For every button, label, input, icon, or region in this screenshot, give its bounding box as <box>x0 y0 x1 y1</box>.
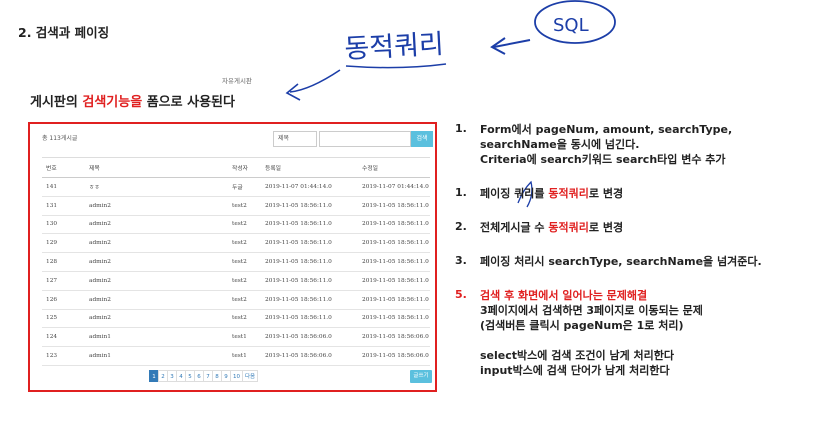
column-header: 번호 <box>42 157 85 178</box>
table-row[interactable]: 128 admin2 test2 2019-11-05 18:56:11.0 2019-… <box>42 252 430 272</box>
table-cell: 2019-11-05 18:56:11.0 <box>261 252 358 272</box>
write-button[interactable]: 글쓰기 <box>410 370 432 383</box>
table-cell[interactable]: admin2 <box>85 196 228 216</box>
table-cell: 2019-11-05 18:56:11.0 <box>358 271 430 291</box>
board-screenshot: 총 113게시글 제목 검색 번호 제목 작성자 등록일 수정일 141 ㅎㅎ 두글… <box>28 122 437 392</box>
table-cell: 2019-11-05 18:56:06.0 <box>358 346 430 366</box>
table-cell: test2 <box>228 309 261 329</box>
table-row[interactable]: 123 admin1 test1 2019-11-05 18:56:06.0 2019-… <box>42 346 430 366</box>
table-cell: 131 <box>42 196 85 216</box>
table-cell: test2 <box>228 271 261 291</box>
handwritten-dynamic-query: 동적쿼리 <box>344 29 445 65</box>
table-cell: 2019-11-05 18:56:11.0 <box>261 309 358 329</box>
table-cell: 130 <box>42 215 85 235</box>
table-cell: 2019-11-05 18:56:11.0 <box>358 309 430 329</box>
table-cell: test1 <box>228 327 261 348</box>
table-cell[interactable]: admin2 <box>85 271 228 291</box>
column-header: 등록일 <box>261 157 358 178</box>
table-cell: 127 <box>42 271 85 291</box>
table-row[interactable]: 129 admin2 test2 2019-11-05 18:56:11.0 2019-… <box>42 233 430 254</box>
column-header: 작성자 <box>228 157 261 178</box>
table-row[interactable]: 131 admin2 test2 2019-11-05 18:56:11.0 2019-… <box>42 196 430 216</box>
table-cell[interactable]: admin2 <box>85 290 228 310</box>
table-cell: 2019-11-05 18:56:11.0 <box>261 233 358 254</box>
table-cell: 2019-11-05 18:56:06.0 <box>261 327 358 348</box>
table-cell: 123 <box>42 346 85 366</box>
table-cell: 129 <box>42 233 85 254</box>
table-cell: test1 <box>228 346 261 366</box>
table-cell[interactable]: ㅎㅎ <box>85 177 228 197</box>
search-type-select[interactable]: 제목 <box>273 131 317 147</box>
table-cell: 141 <box>42 177 85 197</box>
subtitle: 게시판의 검색기능을 폼으로 사용된다 <box>30 95 235 110</box>
column-header: 수정일 <box>358 157 430 178</box>
table-cell: 2019-11-05 18:56:11.0 <box>358 290 430 310</box>
table-row[interactable]: 125 admin2 test2 2019-11-05 18:56:11.0 2019-… <box>42 309 430 329</box>
table-row[interactable]: 127 admin2 test2 2019-11-05 18:56:11.0 2019-… <box>42 271 430 291</box>
table-cell: 2019-11-05 18:56:11.0 <box>261 215 358 235</box>
table-cell: 2019-11-05 18:56:06.0 <box>358 327 430 348</box>
handwritten-sql: SQL <box>553 15 589 36</box>
table-cell: test2 <box>228 290 261 310</box>
curve-arrow-line <box>289 69 341 93</box>
table-cell: 2019-11-05 18:56:11.0 <box>358 233 430 254</box>
table-cell: test2 <box>228 196 261 216</box>
table-cell[interactable]: admin2 <box>85 309 228 329</box>
table-cell: 2019-11-05 18:56:11.0 <box>358 215 430 235</box>
next-page-link[interactable]: 다음 <box>242 370 259 382</box>
table-row[interactable]: 126 admin2 test2 2019-11-05 18:56:11.0 2019-… <box>42 290 430 310</box>
total-count: 총 113게시글 <box>42 135 78 142</box>
table-cell: 2019-11-05 18:56:11.0 <box>358 196 430 216</box>
search-button[interactable]: 검색 <box>411 131 433 147</box>
table-cell: 2019-11-05 18:56:11.0 <box>358 252 430 272</box>
table-row[interactable]: 130 admin2 test2 2019-11-05 18:56:11.0 2019-… <box>42 215 430 235</box>
table-cell: 124 <box>42 327 85 348</box>
board-table: 번호 제목 작성자 등록일 수정일 141 ㅎㅎ 두글 2019-11-07 01:4… <box>42 157 430 366</box>
pagination: 1 2 3 4 5 6 7 8 9 10 다음 <box>149 370 259 382</box>
table-cell[interactable]: admin2 <box>85 215 228 235</box>
table-row[interactable]: 124 admin1 test1 2019-11-05 18:56:06.0 2019-… <box>42 327 430 348</box>
table-cell: test2 <box>228 215 261 235</box>
table-cell: 2019-11-05 18:56:06.0 <box>261 346 358 366</box>
table-cell: test2 <box>228 252 261 272</box>
table-cell: 2019-11-07 01:44:14.0 <box>358 177 430 197</box>
underline-stroke <box>345 63 447 69</box>
table-cell: 125 <box>42 309 85 329</box>
table-cell: 2019-11-07 01:44:14.0 <box>261 177 358 197</box>
table-cell[interactable]: admin1 <box>85 346 228 366</box>
table-cell: test2 <box>228 233 261 254</box>
column-header: 제목 <box>85 157 228 178</box>
table-cell: 두글 <box>228 177 261 197</box>
table-cell: 2019-11-05 18:56:11.0 <box>261 271 358 291</box>
table-cell: 2019-11-05 18:56:11.0 <box>261 290 358 310</box>
table-cell: 128 <box>42 252 85 272</box>
table-cell[interactable]: admin1 <box>85 327 228 348</box>
table-cell: 2019-11-05 18:56:11.0 <box>261 196 358 216</box>
table-row[interactable]: 141 ㅎㅎ 두글 2019-11-07 01:44:14.0 2019-11-07 0… <box>42 177 430 197</box>
table-cell: 126 <box>42 290 85 310</box>
table-cell[interactable]: admin2 <box>85 233 228 254</box>
table-cell[interactable]: admin2 <box>85 252 228 272</box>
search-keyword-input[interactable] <box>319 131 411 147</box>
board-label: 자유게시판 <box>222 77 252 85</box>
table-header-row: 번호 제목 작성자 등록일 수정일 <box>42 157 430 178</box>
